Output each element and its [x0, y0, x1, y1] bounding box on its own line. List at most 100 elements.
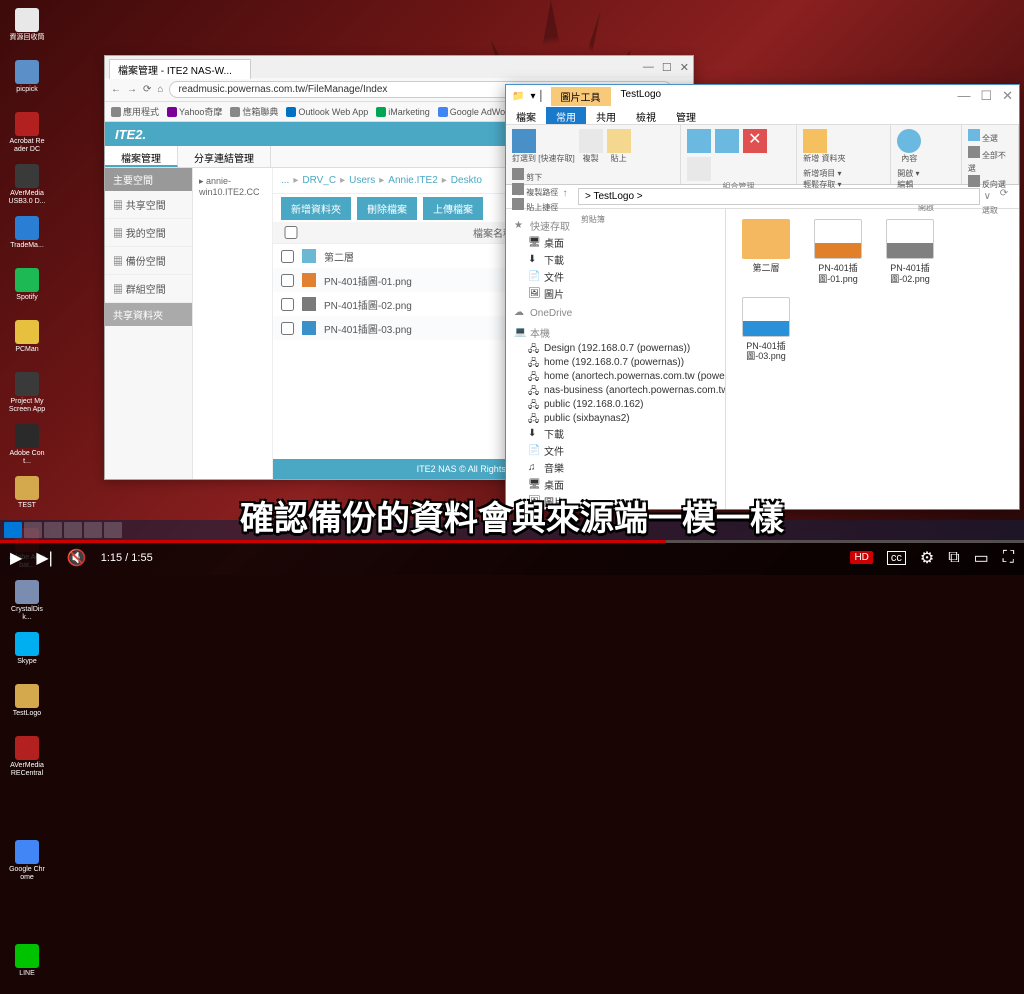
- breadcrumb-item[interactable]: ...: [281, 175, 289, 186]
- file-checkbox[interactable]: [281, 322, 294, 335]
- miniplayer-icon[interactable]: ⧉: [948, 549, 959, 567]
- close-button[interactable]: ✕: [1002, 88, 1013, 104]
- ribbon-selectnone[interactable]: 全部不選: [968, 146, 1012, 176]
- ribbon-rename[interactable]: [687, 157, 711, 181]
- sidebar-item[interactable]: ▦ 共享空間: [105, 191, 192, 219]
- action-button[interactable]: 刪除檔案: [357, 197, 417, 220]
- file-checkbox[interactable]: [281, 298, 294, 311]
- tree-item[interactable]: 📄文件: [510, 442, 721, 459]
- tree-item[interactable]: 🖥桌面: [510, 234, 721, 251]
- bookmark-item[interactable]: Yahoo奇摩: [167, 105, 222, 118]
- cc-button[interactable]: cc: [887, 551, 906, 565]
- select-all-checkbox[interactable]: [281, 226, 301, 239]
- file-item[interactable]: PN-401插圖-03.png: [736, 297, 796, 363]
- desktop-icon[interactable]: LINE: [8, 944, 46, 992]
- desktop-icon[interactable]: Spotify: [8, 268, 46, 316]
- browser-titlebar[interactable]: 檔案管理 - ITE2 NAS-W... — ☐ ✕: [105, 56, 693, 78]
- forward-button[interactable]: →: [127, 84, 137, 95]
- ribbon-newfolder[interactable]: [803, 129, 827, 153]
- maximize-button[interactable]: ☐: [980, 88, 992, 104]
- ribbon-delete[interactable]: ✕: [743, 129, 767, 153]
- quality-badge[interactable]: HD: [850, 551, 872, 564]
- breadcrumb-item[interactable]: DRV_C: [302, 175, 336, 186]
- tree-item[interactable]: 🖧Design (192.168.0.7 (powernas)): [510, 341, 721, 355]
- ribbon-move[interactable]: [687, 129, 711, 153]
- desktop-icon[interactable]: AVerMedia RECentral: [8, 736, 46, 784]
- ribbon-cut[interactable]: 剪下: [512, 168, 558, 183]
- menu-item[interactable]: 檢視: [626, 107, 666, 124]
- desktop-icon[interactable]: Acrobat Reader DC: [8, 112, 46, 160]
- title-tab[interactable]: 圖片工具: [551, 87, 611, 106]
- close-button[interactable]: ✕: [680, 61, 689, 74]
- sidebar-item[interactable]: ▦ 備份空間: [105, 247, 192, 275]
- desktop-icon[interactable]: 資源回收筒: [8, 8, 46, 56]
- desktop-icon[interactable]: Adobe Cont...: [8, 424, 46, 472]
- tree-item[interactable]: 🖧public (192.168.0.162): [510, 397, 721, 411]
- progress-bar[interactable]: [0, 540, 1024, 543]
- desktop-icon[interactable]: AVerMedia USB3.0 D...: [8, 164, 46, 212]
- tree-item[interactable]: 🖧home (anortech.powernas.com.tw (powerna…: [510, 369, 721, 383]
- breadcrumb-item[interactable]: Users: [349, 175, 375, 186]
- desktop-icon[interactable]: Google Chrome: [8, 840, 46, 888]
- desktop-icon[interactable]: [8, 892, 46, 940]
- ribbon-pin[interactable]: 釘選到 [快速存取]: [512, 153, 575, 164]
- desktop-icon[interactable]: TestLogo: [8, 684, 46, 732]
- fullscreen-icon[interactable]: ⛶: [1003, 549, 1014, 567]
- ribbon-props[interactable]: [897, 129, 921, 153]
- tree-item[interactable]: ♫音樂: [510, 459, 721, 476]
- desktop-icon[interactable]: CrystalDisk...: [8, 580, 46, 628]
- minimize-button[interactable]: —: [957, 88, 970, 104]
- file-item[interactable]: PN-401插圖-02.png: [880, 219, 940, 285]
- maximize-button[interactable]: ☐: [662, 61, 672, 74]
- ribbon-newitem[interactable]: 新增項目 ▾: [803, 168, 841, 179]
- tree-item[interactable]: 💻本機: [510, 324, 721, 341]
- home-button[interactable]: ⌂: [157, 84, 163, 95]
- bookmark-item[interactable]: 應用程式: [111, 105, 159, 118]
- up-button[interactable]: ↑: [556, 188, 574, 206]
- explorer-titlebar[interactable]: 📁 ▾ │ 圖片工具TestLogo — ☐ ✕: [506, 85, 1019, 107]
- action-button[interactable]: 新增資料夾: [281, 197, 351, 220]
- play-button[interactable]: ▶: [10, 548, 22, 568]
- desktop-icon[interactable]: TradeMa...: [8, 216, 46, 264]
- title-tab[interactable]: TestLogo: [611, 87, 672, 106]
- tree-item[interactable]: ⬇下載: [510, 425, 721, 442]
- tree-item[interactable]: 🖧public (sixbaynas2): [510, 411, 721, 425]
- menu-item[interactable]: 管理: [666, 107, 706, 124]
- desktop-icon[interactable]: picpick: [8, 60, 46, 108]
- desktop-icon[interactable]: [8, 788, 46, 836]
- ribbon-copy2[interactable]: [715, 129, 739, 153]
- tree-item[interactable]: 🖧home (192.168.0.7 (powernas)): [510, 355, 721, 369]
- sidebar-item[interactable]: ▦ 群組空間: [105, 275, 192, 303]
- file-item[interactable]: PN-401插圖-01.png: [808, 219, 868, 285]
- back-button[interactable]: ←: [111, 84, 121, 95]
- menu-item[interactable]: 共用: [586, 107, 626, 124]
- ite2-tab[interactable]: 檔案管理: [105, 146, 178, 167]
- mute-button[interactable]: 🔇: [67, 548, 87, 568]
- breadcrumb-item[interactable]: Annie.ITE2: [388, 175, 437, 186]
- reload-button[interactable]: ⟳: [143, 84, 151, 95]
- bookmark-item[interactable]: iMarketing: [376, 107, 430, 117]
- file-checkbox[interactable]: [281, 250, 294, 263]
- minimize-button[interactable]: —: [643, 61, 654, 74]
- file-item[interactable]: 第二層: [736, 219, 796, 285]
- browser-tab[interactable]: 檔案管理 - ITE2 NAS-W...: [109, 59, 251, 79]
- theater-icon[interactable]: ▭: [974, 548, 989, 568]
- bookmark-item[interactable]: 信箱聯典: [230, 105, 278, 118]
- action-button[interactable]: 上傳檔案: [423, 197, 483, 220]
- menu-item[interactable]: 常用: [546, 107, 586, 124]
- desktop-icon[interactable]: Skype: [8, 632, 46, 680]
- sidebar-item[interactable]: ▦ 我的空間: [105, 219, 192, 247]
- ite2-tab[interactable]: 分享連結管理: [178, 146, 271, 167]
- breadcrumb-item[interactable]: Deskto: [451, 175, 482, 186]
- tree-item[interactable]: 🖧nas-business (anortech.powernas.com.tw …: [510, 383, 721, 397]
- tree-item[interactable]: 📄文件: [510, 268, 721, 285]
- bookmark-item[interactable]: Outlook Web App: [286, 107, 368, 117]
- desktop-icon[interactable]: PCMan: [8, 320, 46, 368]
- tree-root[interactable]: ▸ annie-win10.ITE2.CC: [199, 174, 266, 199]
- forward-button[interactable]: →: [534, 188, 552, 206]
- settings-icon[interactable]: ⚙: [920, 548, 934, 568]
- ribbon-selectall[interactable]: 全選: [968, 129, 1012, 146]
- back-button[interactable]: ←: [512, 188, 530, 206]
- path-input[interactable]: > TestLogo >: [578, 188, 980, 205]
- ribbon-open[interactable]: 開啟 ▾: [897, 168, 929, 179]
